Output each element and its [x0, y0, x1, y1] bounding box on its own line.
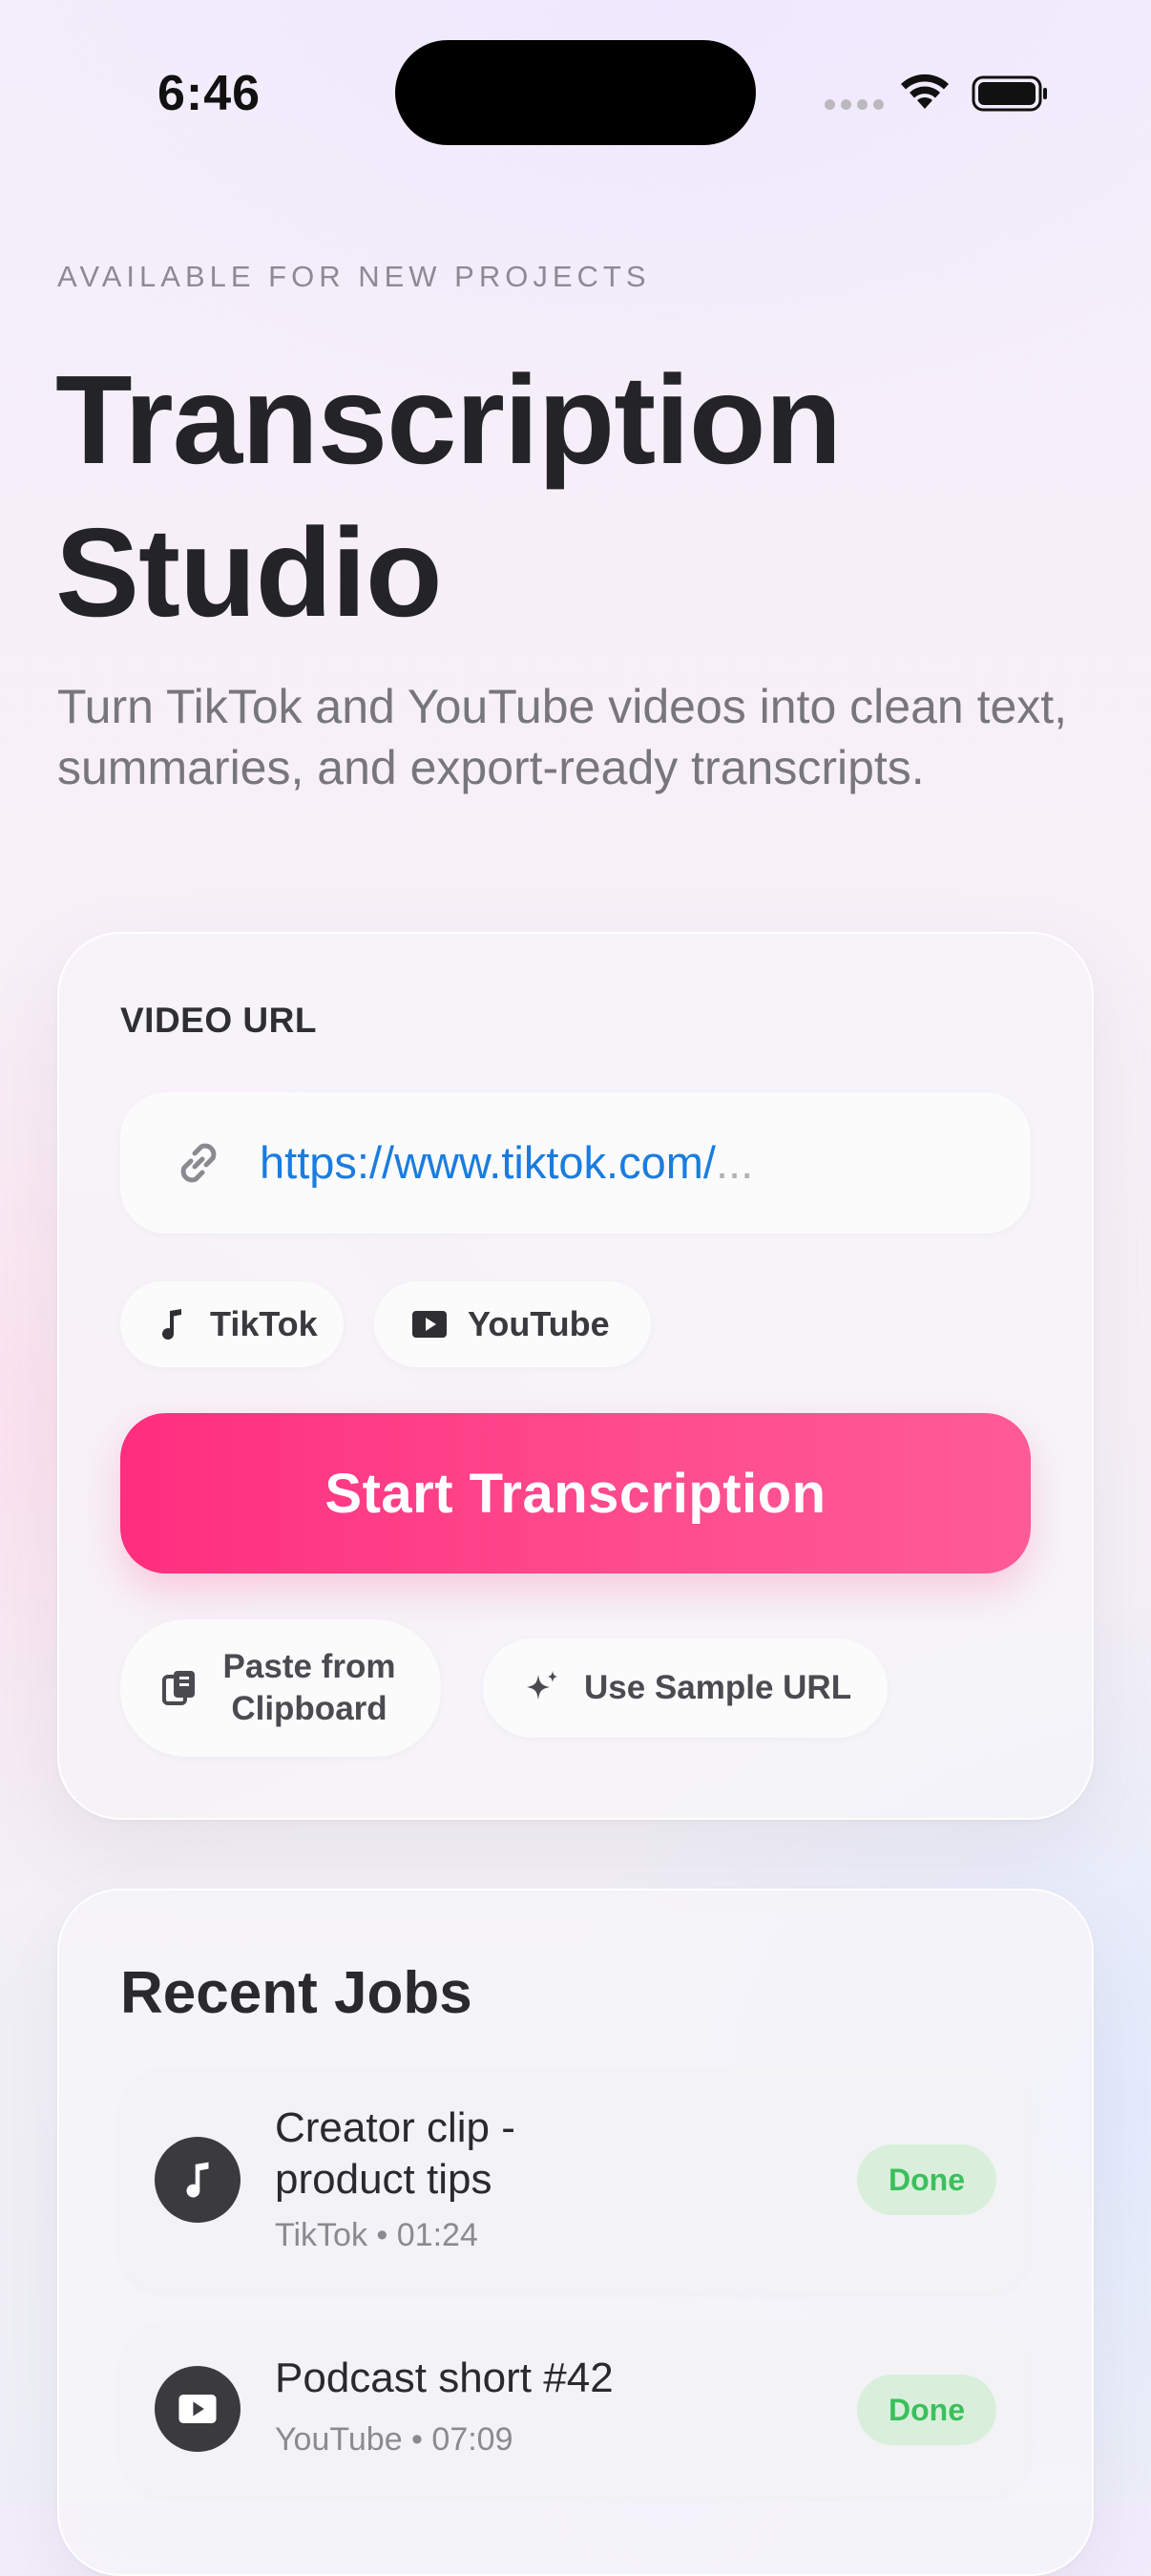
job-meta: YouTube • 07:09: [275, 2421, 513, 2458]
sample-button-label: Use Sample URL: [584, 1669, 852, 1706]
job-title: Creator clip - product tips: [275, 2104, 515, 2203]
platform-chip-youtube[interactable]: YouTube: [374, 1281, 651, 1367]
page-subtitle: Turn TikTok and YouTube videos into clea…: [57, 680, 1068, 794]
status-time: 6:46: [157, 66, 262, 121]
job-avatar: [155, 2137, 241, 2223]
page-title: Transcription Studio: [55, 344, 1086, 649]
clipboard-icon: [162, 1671, 195, 1705]
status-badge: Done: [857, 2375, 996, 2445]
status-badge: Done: [857, 2144, 996, 2215]
job-avatar: [155, 2366, 241, 2452]
page-title-line-2: Studio: [55, 502, 443, 643]
page-title-line-1: Transcription: [55, 349, 842, 490]
video-url-input[interactable]: https://www.tiktok.com/...: [120, 1092, 1031, 1234]
video-url-value: https://www.tiktok.com/...: [260, 1137, 754, 1188]
paste-button-label: Paste from Clipboard: [222, 1648, 396, 1727]
use-sample-url-button[interactable]: Use Sample URL: [483, 1638, 888, 1738]
url-ellipsis: ...: [715, 1137, 754, 1188]
platform-chip-tiktok[interactable]: TikTok: [120, 1281, 344, 1367]
recent-jobs-card: Recent Jobs Creator clip - product tips …: [57, 1889, 1094, 2576]
music-note-icon: [186, 2162, 209, 2198]
recent-jobs-title: Recent Jobs: [120, 1960, 472, 2026]
job-meta: TikTok • 01:24: [275, 2217, 478, 2253]
sparkles-icon: [527, 1671, 557, 1700]
youtube-play-icon: [178, 2395, 217, 2423]
cellular-signal-icon: [825, 99, 884, 110]
paste-from-clipboard-button[interactable]: Paste from Clipboard: [120, 1619, 441, 1757]
video-url-card: VIDEO URL https://www.tiktok.com/... Tik…: [57, 932, 1094, 1820]
availability-eyebrow: AVAILABLE FOR NEW PROJECTS: [57, 260, 651, 293]
youtube-play-icon: [412, 1311, 447, 1338]
status-bar: 6:46: [0, 0, 1151, 191]
start-transcription-button[interactable]: Start Transcription: [120, 1413, 1031, 1573]
video-url-label: VIDEO URL: [120, 1001, 317, 1040]
dynamic-island: [395, 40, 756, 145]
link-icon: [180, 1143, 217, 1183]
job-title: Podcast short #42: [275, 2354, 614, 2401]
battery-icon: [972, 75, 1047, 112]
wifi-icon: [901, 74, 949, 109]
platform-chip-label: TikTok: [210, 1304, 318, 1343]
job-row[interactable]: Creator clip - product tips TikTok • 01:…: [120, 2068, 1031, 2293]
platform-chip-label: YouTube: [468, 1304, 610, 1343]
job-row[interactable]: Podcast short #42 YouTube • 07:09 Done: [120, 2322, 1031, 2498]
music-note-icon: [162, 1309, 181, 1341]
